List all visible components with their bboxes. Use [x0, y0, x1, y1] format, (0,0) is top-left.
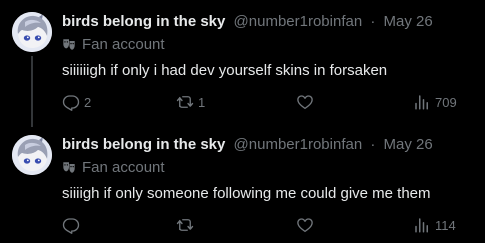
- reply-button[interactable]: [62, 215, 84, 235]
- reply-icon: [62, 95, 80, 111]
- reply-button[interactable]: 2: [62, 92, 91, 112]
- views-button[interactable]: 114: [413, 215, 456, 235]
- tweet-date[interactable]: May 26: [384, 136, 433, 153]
- fan-account-text: Fan account: [82, 159, 165, 176]
- avatar-image: [12, 135, 52, 175]
- retweet-icon: [176, 219, 194, 231]
- user-handle[interactable]: @number1robinfan: [234, 136, 363, 153]
- like-icon: [297, 218, 313, 233]
- avatar[interactable]: [12, 135, 52, 175]
- views-count: 114: [435, 217, 456, 233]
- avatar[interactable]: [12, 12, 52, 52]
- separator-dot: ·: [370, 136, 376, 153]
- display-name[interactable]: birds belong in the sky: [62, 136, 225, 153]
- tweet-actions: 114: [62, 215, 460, 235]
- user-handle[interactable]: @number1robinfan: [234, 13, 363, 30]
- views-count: 709: [435, 94, 457, 110]
- separator-dot: ·: [370, 13, 376, 30]
- fan-account-label: Fan account: [62, 158, 165, 178]
- tweet-date[interactable]: May 26: [384, 13, 433, 30]
- retweet-count: 1: [198, 94, 206, 110]
- tweet-actions: 2 1 709: [62, 92, 460, 112]
- like-button[interactable]: [296, 215, 318, 235]
- like-icon: [297, 95, 313, 110]
- like-button[interactable]: [296, 92, 318, 112]
- thread-connector-line: [31, 56, 33, 127]
- tweet-header: birds belong in the sky @number1robinfan…: [62, 135, 433, 155]
- tweet-text: siiiigh if only someone following me cou…: [62, 185, 431, 202]
- views-icon: [415, 95, 428, 110]
- fan-account-text: Fan account: [82, 36, 165, 53]
- reply-icon: [62, 218, 80, 234]
- tweet[interactable]: birds belong in the sky @number1robinfan…: [0, 0, 485, 127]
- tweet-text: siiiiiigh if only i had dev yourself ski…: [62, 62, 388, 79]
- retweet-icon: [176, 96, 194, 108]
- theater-mask-icon: [63, 161, 75, 173]
- reply-count: 2: [84, 94, 92, 110]
- avatar-image: [12, 12, 52, 52]
- theater-mask-icon: [63, 38, 75, 50]
- retweet-button[interactable]: [176, 215, 198, 235]
- retweet-button[interactable]: 1: [176, 92, 205, 112]
- views-button[interactable]: 709: [413, 92, 457, 112]
- tweet[interactable]: birds belong in the sky @number1robinfan…: [0, 123, 485, 243]
- display-name[interactable]: birds belong in the sky: [62, 13, 225, 30]
- tweet-header: birds belong in the sky @number1robinfan…: [62, 12, 433, 32]
- fan-account-label: Fan account: [62, 35, 165, 55]
- views-icon: [415, 218, 428, 233]
